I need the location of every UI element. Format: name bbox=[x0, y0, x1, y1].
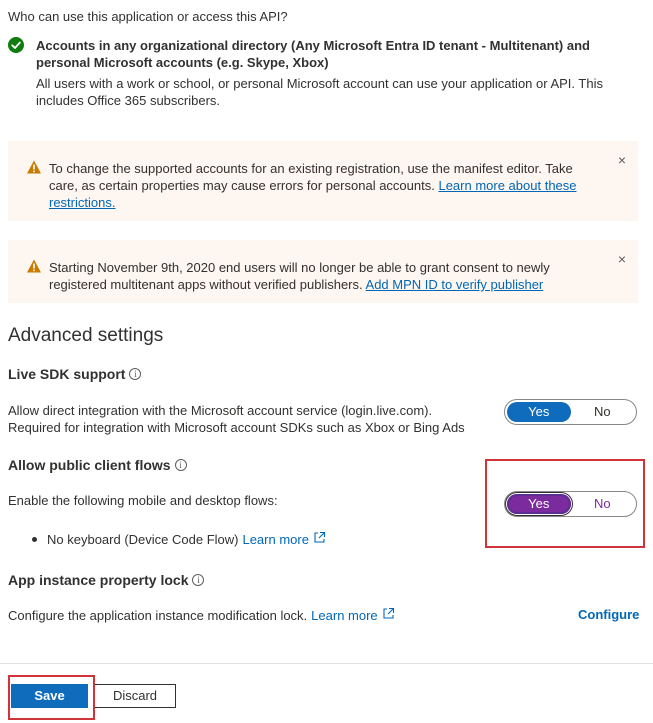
info-icon[interactable]: i bbox=[129, 368, 142, 380]
warning-triangle-icon bbox=[26, 159, 42, 175]
instance-lock-learn-more-link[interactable]: Learn more bbox=[311, 607, 377, 624]
account-option-title: Accounts in any organizational directory… bbox=[36, 38, 590, 70]
add-mpn-id-link[interactable]: Add MPN ID to verify publisher bbox=[366, 277, 544, 292]
instance-lock-title-text: App instance property lock bbox=[8, 572, 189, 588]
live-sdk-title-text: Live SDK support bbox=[8, 366, 126, 382]
close-icon[interactable]: × bbox=[618, 252, 626, 266]
external-link-icon[interactable] bbox=[382, 607, 395, 624]
footer-divider bbox=[0, 663, 653, 664]
live-sdk-title: Live SDK support i bbox=[8, 366, 142, 382]
highlight-box bbox=[485, 459, 645, 548]
warning-triangle-icon bbox=[26, 258, 42, 274]
device-code-flow-label: No keyboard (Device Code Flow) bbox=[47, 531, 239, 547]
device-code-learn-more-link[interactable]: Learn more bbox=[242, 532, 308, 547]
supported-accounts-question: Who can use this application or access t… bbox=[8, 9, 288, 24]
device-code-flow-item: No keyboard (Device Code Flow) Learn mor… bbox=[32, 531, 326, 547]
warning-message: To change the supported accounts for an … bbox=[49, 160, 604, 211]
live-sdk-no-option[interactable]: No bbox=[571, 402, 635, 422]
warning-message: Starting November 9th, 2020 end users wi… bbox=[49, 259, 604, 293]
public-client-description: Enable the following mobile and desktop … bbox=[8, 493, 278, 508]
configure-button[interactable]: Configure bbox=[578, 607, 639, 622]
instance-lock-description: Configure the application instance modif… bbox=[8, 607, 395, 624]
discard-button[interactable]: Discard bbox=[94, 684, 176, 708]
advanced-settings-heading: Advanced settings bbox=[8, 325, 164, 346]
live-sdk-description: Allow direct integration with the Micros… bbox=[8, 403, 465, 435]
live-sdk-toggle[interactable]: Yes No bbox=[504, 399, 637, 425]
instance-lock-title: App instance property lock i bbox=[8, 572, 205, 588]
instance-lock-description-text: Configure the application instance modif… bbox=[8, 608, 308, 623]
close-icon[interactable]: × bbox=[618, 153, 626, 167]
live-sdk-yes-option[interactable]: Yes bbox=[507, 402, 571, 422]
public-client-title-text: Allow public client flows bbox=[8, 457, 171, 473]
external-link-icon[interactable] bbox=[313, 531, 326, 547]
account-option-description: All users with a work or school, or pers… bbox=[36, 76, 603, 108]
checkmark-circle-icon bbox=[8, 37, 24, 53]
info-icon[interactable]: i bbox=[174, 459, 187, 471]
manifest-warning-banner: To change the supported accounts for an … bbox=[8, 141, 638, 221]
bullet-dot bbox=[32, 536, 37, 542]
highlight-box bbox=[8, 675, 95, 720]
public-client-title: Allow public client flows i bbox=[8, 457, 187, 473]
publisher-warning-banner: Starting November 9th, 2020 end users wi… bbox=[8, 240, 638, 303]
info-icon[interactable]: i bbox=[192, 574, 205, 586]
